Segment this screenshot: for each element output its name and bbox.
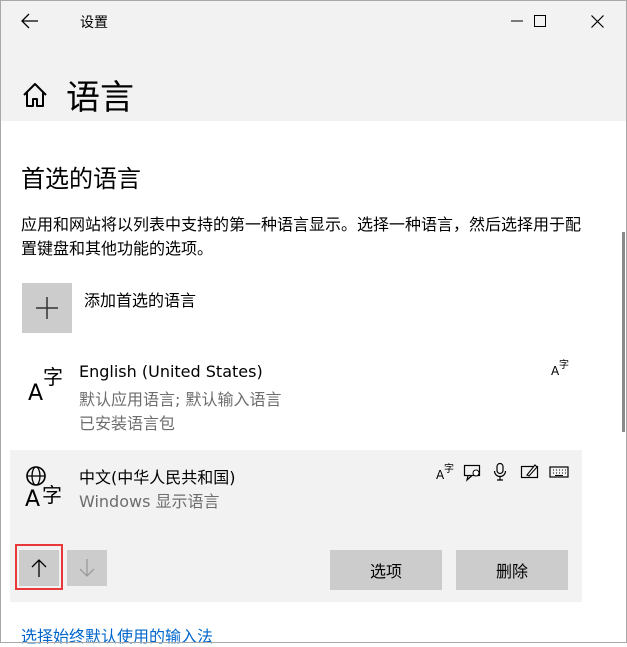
scrollbar-thumb[interactable] [622, 232, 625, 432]
add-language-button[interactable] [22, 283, 72, 333]
options-button[interactable]: 选项 [330, 550, 442, 590]
language-status: Windows 显示语言 [79, 492, 220, 511]
display-language-icon: A 字 [551, 358, 571, 378]
focus-highlight [15, 544, 63, 590]
back-arrow-icon [21, 13, 38, 29]
svg-text:A: A [28, 381, 43, 406]
home-icon[interactable] [20, 80, 50, 110]
section-title: 首选的语言 [21, 165, 141, 193]
default-input-method-link[interactable]: 选择始终默认使用的输入法 [21, 623, 213, 647]
microphone-icon [490, 462, 510, 482]
add-language-label[interactable]: 添加首选的语言 [84, 287, 196, 311]
language-glyph: 字 [42, 483, 62, 507]
page-title: 语言 [66, 78, 134, 118]
plus-icon [36, 297, 58, 319]
language-icon: A 字 [26, 362, 70, 406]
back-button[interactable] [14, 8, 46, 34]
section-description: 应用和网站将以列表中支持的第一种语言显示。选择一种语言，然后选择用于配置键盘和其… [21, 215, 582, 258]
remove-button[interactable]: 删除 [456, 550, 568, 590]
arrow-down-icon [79, 559, 95, 577]
maximize-button[interactable] [517, 0, 563, 42]
language-name: 中文(中华人民共和国) [79, 468, 236, 487]
maximize-icon [534, 15, 546, 27]
language-glyph: 字 [43, 365, 63, 389]
svg-text:字: 字 [444, 462, 454, 475]
language-name: English (United States) [79, 362, 263, 381]
language-status: 默认应用语言; 默认输入语言 [79, 390, 282, 409]
text-to-speech-icon [463, 462, 483, 482]
globe-language-icon: A 字 [24, 464, 68, 512]
close-icon [590, 14, 604, 28]
display-language-icon: A 字 [436, 462, 456, 482]
handwriting-icon [520, 462, 540, 482]
window-title: 设置 [80, 15, 108, 31]
move-down-button[interactable] [67, 550, 107, 586]
keyboard-icon [549, 462, 569, 482]
language-pack-status: 已安装语言包 [79, 414, 176, 433]
svg-text:字: 字 [559, 358, 569, 371]
svg-text:A: A [25, 487, 40, 510]
close-button[interactable] [574, 0, 620, 42]
